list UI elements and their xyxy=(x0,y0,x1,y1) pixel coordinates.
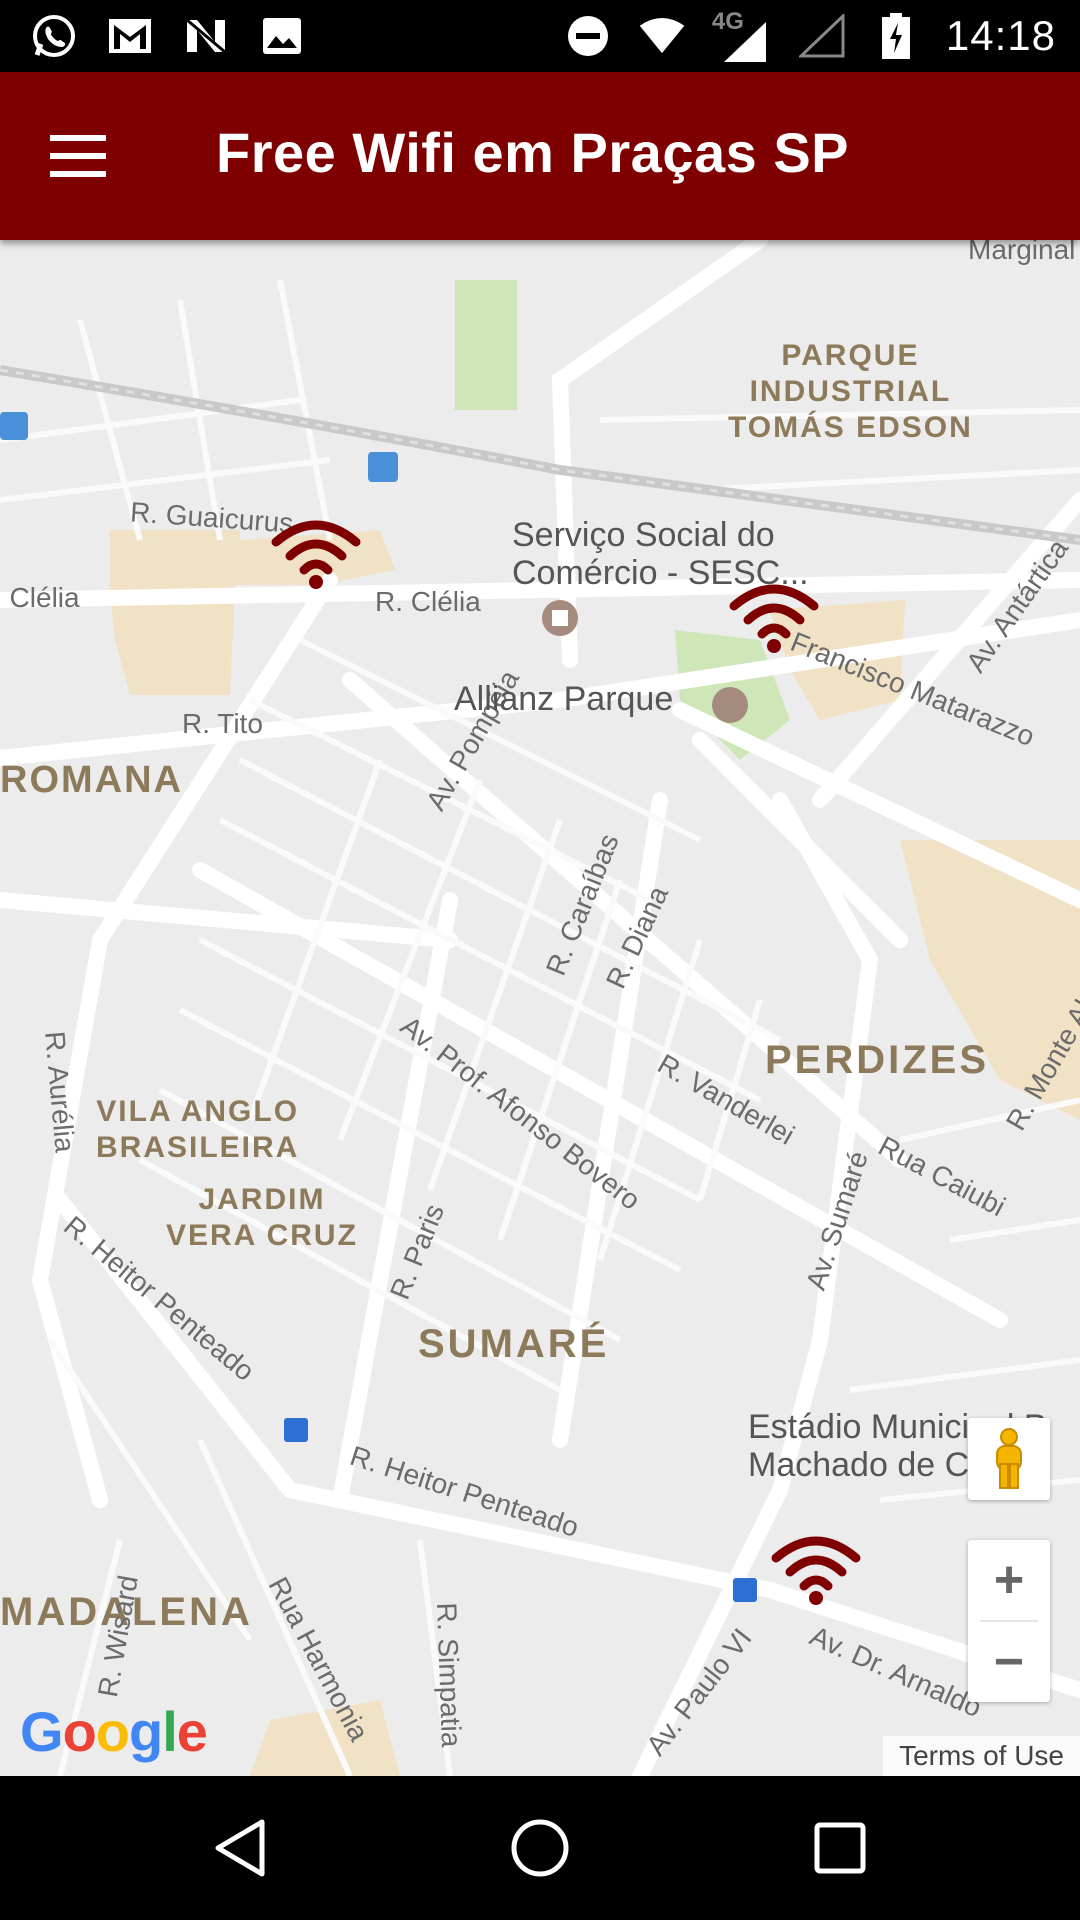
whatsapp-icon xyxy=(30,12,78,60)
do-not-disturb-icon xyxy=(564,12,612,60)
map-base-layer xyxy=(0,240,1080,1776)
street-view-pegman-button[interactable] xyxy=(968,1418,1050,1500)
wifi-marker-icon[interactable] xyxy=(768,1528,864,1608)
clock: 14:18 xyxy=(945,12,1056,59)
zoom-controls: + − xyxy=(968,1540,1050,1702)
district-label: PARQUE INDUSTRIAL TOMÁS EDSON xyxy=(728,339,973,444)
n-app-icon xyxy=(182,12,230,60)
wifi-marker-icon[interactable] xyxy=(726,576,822,656)
battery-charging-icon xyxy=(872,12,920,60)
notification-icons xyxy=(30,12,306,60)
street-label: R. Clélia xyxy=(375,586,481,617)
zoom-in-button[interactable]: + xyxy=(968,1540,1050,1620)
back-button[interactable] xyxy=(200,1808,280,1888)
terms-of-use-link[interactable]: Terms of Use xyxy=(883,1736,1080,1776)
gmail-icon xyxy=(106,12,154,60)
status-bar: 4G 14:18 xyxy=(0,0,1080,72)
signal-empty-icon xyxy=(798,12,846,60)
recents-button[interactable] xyxy=(800,1808,880,1888)
district-label: SUMARÉ xyxy=(418,1322,610,1366)
system-status-icons: 4G 14:18 xyxy=(564,8,1056,64)
image-icon xyxy=(258,12,306,60)
map-view[interactable]: PARQUE INDUSTRIAL TOMÁS EDSON ROMANA PER… xyxy=(0,240,1080,1776)
district-label: ROMANA xyxy=(0,759,183,801)
hamburger-icon-line xyxy=(50,171,106,177)
home-icon xyxy=(511,1819,569,1877)
menu-button[interactable] xyxy=(50,116,140,196)
home-button[interactable] xyxy=(500,1808,580,1888)
zoom-out-button[interactable]: − xyxy=(968,1622,1050,1702)
navigation-bar xyxy=(0,1776,1080,1920)
district-label: VILA ANGLO BRASILEIRA xyxy=(96,1095,300,1164)
back-icon xyxy=(215,1819,265,1877)
street-label: . Clélia xyxy=(0,582,80,613)
street-label: R. Tito xyxy=(182,708,263,739)
district-label: JARDIM VERA CRUZ xyxy=(166,1183,358,1252)
app-bar: Free Wifi em Praças SP xyxy=(0,72,1080,240)
district-label: PERDIZES xyxy=(765,1038,990,1082)
street-label: R. Simpatia xyxy=(431,1602,468,1748)
google-logo[interactable]: Google xyxy=(20,1699,208,1764)
signal-group: 4G xyxy=(712,8,772,64)
hamburger-icon-line xyxy=(50,135,106,141)
signal-icon xyxy=(723,22,766,62)
recents-icon xyxy=(814,1822,866,1874)
street-label: Marginal xyxy=(968,240,1076,265)
pegman-icon xyxy=(996,1428,1022,1489)
wifi-marker-icon[interactable] xyxy=(268,512,364,592)
hamburger-icon-line xyxy=(50,153,106,159)
wifi-icon xyxy=(638,12,686,60)
poi-label-allianz[interactable]: Allianz Parque xyxy=(454,680,673,718)
app-title: Free Wifi em Praças SP xyxy=(216,121,850,184)
